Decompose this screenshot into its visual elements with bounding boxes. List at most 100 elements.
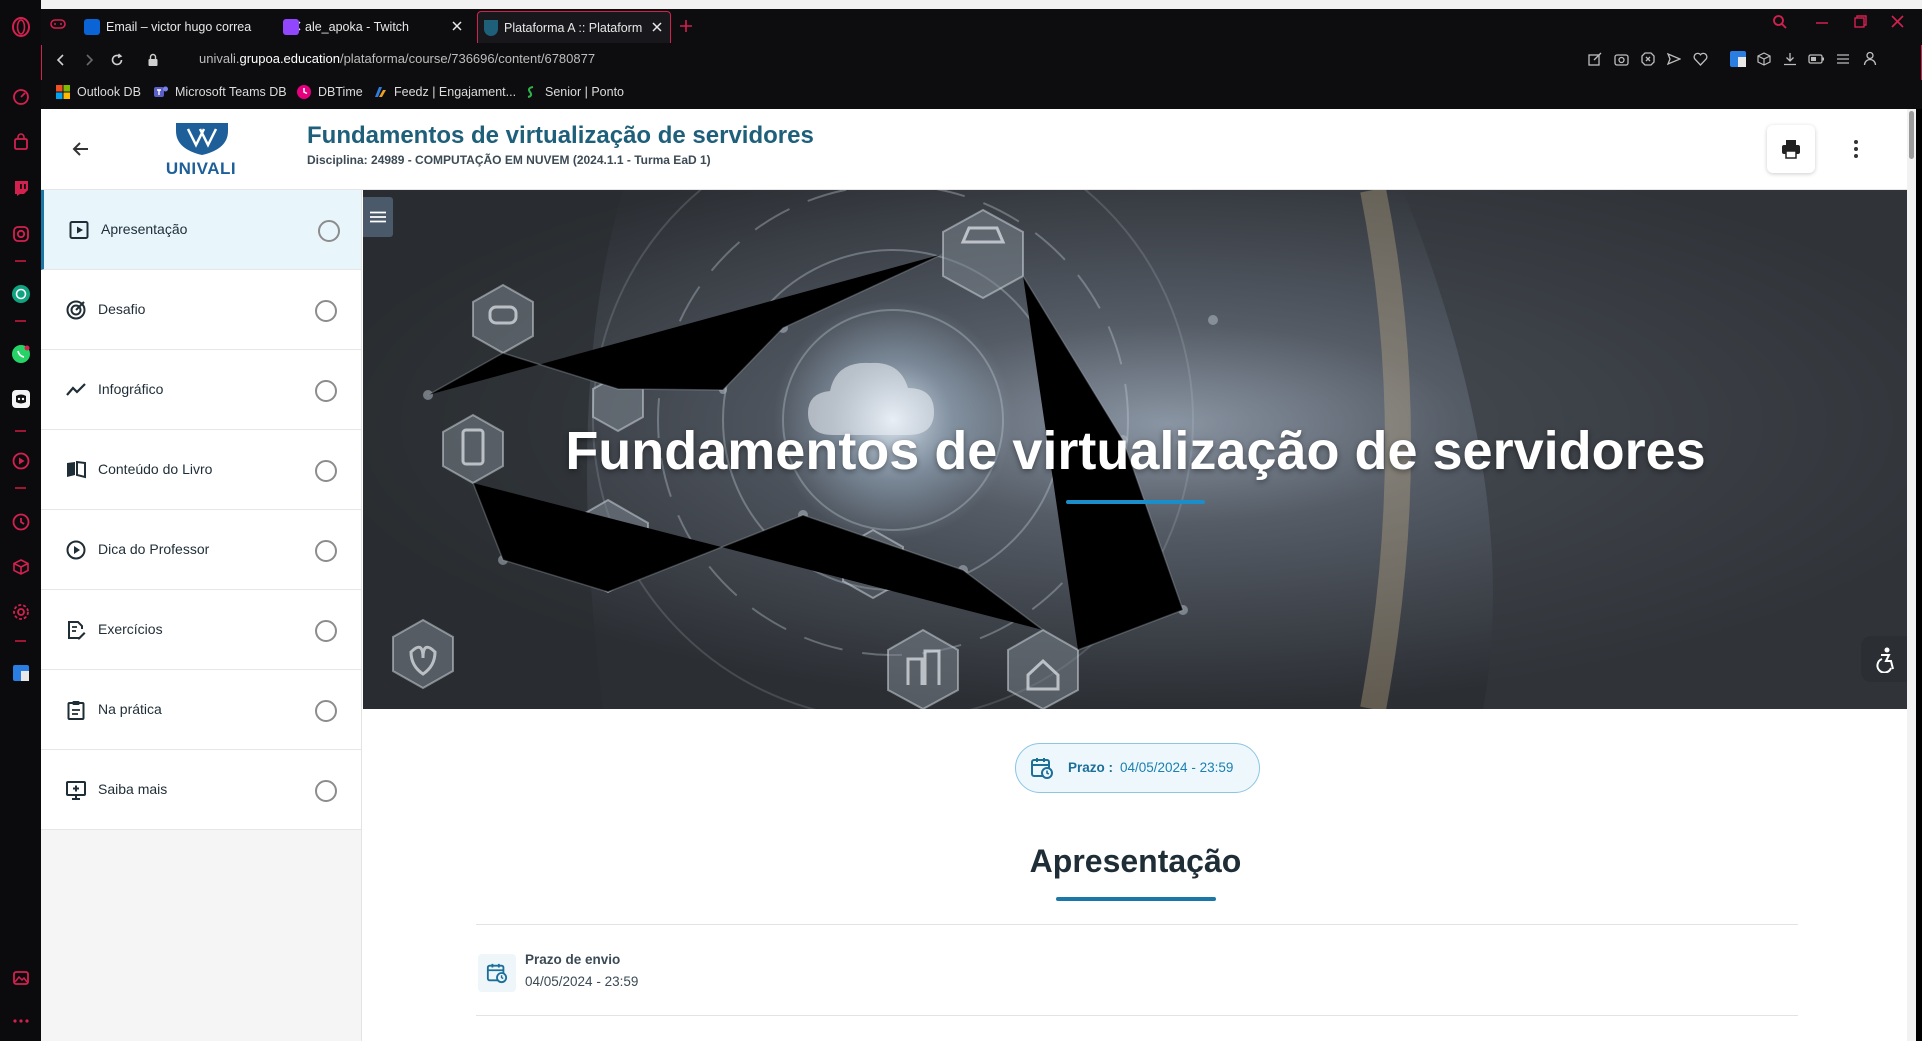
- forward-icon[interactable]: [82, 53, 96, 67]
- tab-plataforma[interactable]: Plataforma A :: Plataforma: [477, 11, 671, 43]
- completion-radio[interactable]: [315, 620, 337, 642]
- completion-radio[interactable]: [315, 300, 337, 322]
- completion-radio[interactable]: [315, 700, 337, 722]
- toggle-sidebar-button[interactable]: [363, 197, 393, 237]
- page-scrollbar[interactable]: [1907, 109, 1916, 1041]
- divider: [476, 924, 1798, 925]
- back-icon[interactable]: [54, 53, 68, 67]
- instagram-icon[interactable]: [10, 223, 31, 244]
- nav-label: Dica do Professor: [98, 541, 210, 557]
- sidebar-item-dica-do-professor[interactable]: Dica do Professor: [41, 510, 361, 590]
- submission-deadline-icon-box: [478, 954, 516, 992]
- more-options-icon[interactable]: [1853, 139, 1859, 159]
- bookmark-dbtime[interactable]: DBTime: [297, 85, 363, 99]
- content-sidebar: Apresentação Desafio Infográfico Conteúd…: [41, 190, 362, 1041]
- reload-icon[interactable]: [110, 53, 124, 67]
- send-icon[interactable]: [1667, 52, 1681, 66]
- accessibility-icon: [1876, 647, 1894, 673]
- sidebar-separator: [15, 260, 26, 262]
- lock-icon[interactable]: [147, 53, 159, 67]
- restore-button[interactable]: [1854, 15, 1867, 28]
- chatgpt-icon[interactable]: [10, 283, 31, 304]
- translate-extension-icon[interactable]: [10, 662, 31, 683]
- translate-extension-icon[interactable]: [1730, 51, 1746, 67]
- speed-dial-icon[interactable]: [10, 86, 31, 107]
- completion-radio[interactable]: [315, 540, 337, 562]
- tab-twitch[interactable]: ale_apoka - Twitch: [283, 11, 470, 43]
- sidebar-item-conteudo-do-livro[interactable]: Conteúdo do Livro: [41, 430, 361, 510]
- settings-icon[interactable]: [10, 601, 31, 622]
- shopping-icon[interactable]: [10, 131, 31, 152]
- page-title: Fundamentos de virtualização de servidor…: [307, 122, 814, 149]
- bookmark-label: Microsoft Teams DB: [175, 85, 287, 99]
- accessibility-button[interactable]: [1861, 636, 1907, 682]
- hero-title: Fundamentos de virtualização de servidor…: [565, 421, 1706, 481]
- player-icon[interactable]: [10, 450, 31, 471]
- bookmark-outlook-db[interactable]: Outlook DB: [56, 85, 141, 99]
- tab-title: Email – victor hugo correa: [106, 20, 252, 34]
- new-tab-button[interactable]: [679, 19, 693, 33]
- extensions-cube-icon[interactable]: [1757, 52, 1771, 66]
- battery-icon[interactable]: [1808, 53, 1825, 65]
- close-icon[interactable]: [650, 20, 664, 34]
- whatsapp-icon[interactable]: [10, 343, 31, 364]
- close-window-button[interactable]: [1891, 15, 1904, 28]
- opera-logo-icon[interactable]: [10, 16, 31, 37]
- completion-radio[interactable]: [315, 460, 337, 482]
- completion-radio[interactable]: [318, 220, 340, 242]
- sidebar-item-apresentacao[interactable]: Apresentação: [41, 190, 361, 270]
- minimize-button[interactable]: [1816, 21, 1828, 25]
- univali-logo[interactable]: UNIVALI: [161, 123, 241, 179]
- hero-title-underline: [1066, 500, 1205, 504]
- tab-bar: Email – victor hugo correa ale_apoka - T…: [41, 9, 1922, 45]
- windows-icon: [56, 85, 70, 99]
- nav-label: Desafio: [98, 301, 146, 317]
- edit-icon[interactable]: [1588, 52, 1602, 66]
- search-tabs-icon[interactable]: [1772, 14, 1788, 30]
- senior-icon: [527, 86, 534, 98]
- sidebar-item-infografico[interactable]: Infográfico: [41, 350, 361, 430]
- gamepad-icon[interactable]: [50, 17, 66, 31]
- back-button[interactable]: [71, 139, 91, 159]
- discord-icon[interactable]: [10, 388, 31, 409]
- easy-setup-icon[interactable]: [1836, 53, 1850, 65]
- deadline-badge: Prazo : 04/05/2024 - 23:59: [1015, 743, 1260, 793]
- sidebar-separator: [15, 640, 26, 642]
- sidebar-item-desafio[interactable]: Desafio: [41, 270, 361, 350]
- tab-email[interactable]: Email – victor hugo correa: [84, 11, 309, 43]
- heart-icon[interactable]: [1693, 52, 1708, 66]
- twitch-icon[interactable]: [10, 177, 31, 198]
- bookmark-senior-ponto[interactable]: Senior | Ponto: [524, 85, 624, 99]
- print-button[interactable]: [1767, 125, 1815, 173]
- bookmark-microsoft-teams-db[interactable]: Microsoft Teams DB: [154, 85, 287, 99]
- completion-radio[interactable]: [315, 380, 337, 402]
- gallery-icon[interactable]: [10, 967, 31, 988]
- divider: [476, 1015, 1798, 1016]
- history-icon[interactable]: [10, 511, 31, 532]
- browser-sidebar: [0, 0, 41, 1041]
- close-icon[interactable]: [450, 19, 464, 33]
- camera-icon[interactable]: [1614, 52, 1629, 66]
- clock-icon: [297, 85, 311, 99]
- scrollbar-thumb[interactable]: [1909, 111, 1914, 159]
- adblock-icon[interactable]: [1641, 52, 1655, 66]
- edit-document-icon: [68, 621, 86, 640]
- nav-label: Conteúdo do Livro: [98, 461, 213, 477]
- play-circle-icon: [66, 540, 86, 560]
- completion-radio[interactable]: [315, 780, 337, 802]
- menu-icon: [370, 211, 386, 223]
- download-icon[interactable]: [1783, 52, 1797, 66]
- deadline-value: 04/05/2024 - 23:59: [1120, 760, 1234, 775]
- section-title: Apresentação: [1029, 843, 1242, 879]
- sidebar-item-saiba-mais[interactable]: Saiba mais: [41, 750, 361, 830]
- sidebar-item-exercicios[interactable]: Exercícios: [41, 590, 361, 670]
- url-field[interactable]: univali.grupoa.education/plataforma/cour…: [199, 51, 595, 66]
- profile-icon[interactable]: [1863, 51, 1877, 66]
- address-bar: univali.grupoa.education/plataforma/cour…: [41, 45, 1922, 85]
- bookmark-feedz[interactable]: Feedz | Engajament...: [373, 85, 516, 99]
- target-icon: [66, 300, 86, 320]
- sidebar-item-na-pratica[interactable]: Na prática: [41, 670, 361, 750]
- more-icon[interactable]: [10, 1010, 31, 1031]
- cube-icon[interactable]: [10, 556, 31, 577]
- tab-title: ale_apoka - Twitch: [305, 20, 409, 34]
